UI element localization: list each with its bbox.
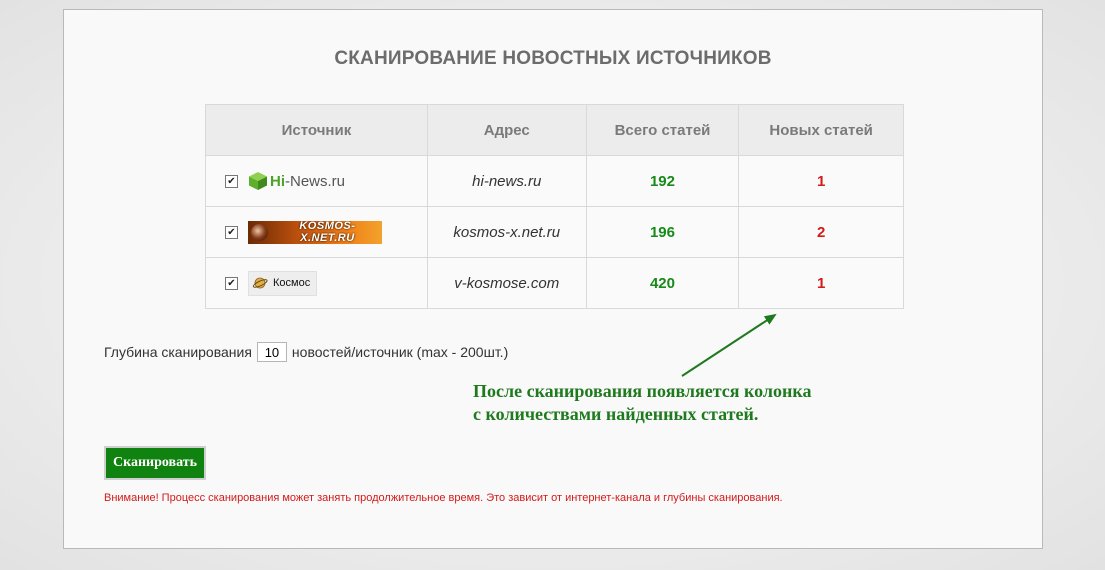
- source-cell: ✔ KOSMOS-X.NET.RU: [205, 206, 428, 258]
- address-cell: kosmos-x.net.ru: [426, 206, 587, 258]
- new-cell: 2: [738, 206, 904, 258]
- new-cell: 1: [738, 257, 904, 309]
- saturn-icon: [252, 277, 268, 289]
- scan-depth: Глубина сканирования новостей/источник (…: [104, 342, 508, 362]
- address-cell: hi-news.ru: [426, 155, 587, 207]
- page-title: СКАНИРОВАНИЕ НОВОСТНЫХ ИСТОЧНИКОВ: [334, 48, 772, 69]
- annotation-line-1: После сканирования появляется колонка: [473, 381, 812, 401]
- sources-table: Источник Адрес Всего статей Новых статей…: [205, 104, 904, 309]
- new-cell: 1: [738, 155, 904, 207]
- cube-icon: [249, 172, 267, 190]
- depth-suffix: новостей/источник (max - 200шт.): [291, 344, 509, 360]
- scan-button[interactable]: Сканировать: [104, 446, 206, 480]
- header-source: Источник: [205, 104, 428, 156]
- total-cell: 420: [585, 257, 740, 309]
- total-cell: 192: [585, 155, 740, 207]
- annotation-line-2: с количествами найденных статей.: [473, 404, 759, 424]
- address-cell: v-kosmose.com: [426, 257, 587, 309]
- table-header-row: Источник Адрес Всего статей Новых статей: [205, 104, 904, 156]
- total-cell: 196: [585, 206, 740, 258]
- source-cell: ✔ Космос: [205, 257, 428, 309]
- kosmos-logo: Космос: [248, 270, 318, 296]
- depth-input[interactable]: [256, 342, 287, 362]
- table-row: ✔ Hi -News.ru hi-news.ru 192 1: [205, 155, 904, 207]
- source-checkbox[interactable]: ✔: [225, 174, 238, 188]
- annotation-note: После сканирования появляется колонка с …: [473, 380, 812, 426]
- source-checkbox[interactable]: ✔: [225, 276, 238, 290]
- scan-panel: СКАНИРОВАНИЕ НОВОСТНЫХ ИСТОЧНИКОВ Источн…: [63, 9, 1043, 549]
- kosmos-x-logo: KOSMOS-X.NET.RU: [248, 220, 382, 244]
- header-new: Новых статей: [738, 104, 904, 156]
- planet-icon: [251, 223, 268, 241]
- hi-news-logo: Hi -News.ru: [248, 171, 345, 191]
- table-row: ✔ Космос v-kosmose.com 420 1: [205, 257, 904, 309]
- depth-label: Глубина сканирования: [104, 344, 252, 360]
- header-total: Всего статей: [585, 104, 740, 156]
- table-row: ✔ KOSMOS-X.NET.RU kosmos-x.net.ru 196 2: [205, 206, 904, 258]
- warning-text: Внимание! Процесс сканирования может зан…: [104, 492, 783, 504]
- source-checkbox[interactable]: ✔: [225, 225, 238, 239]
- header-address: Адрес: [426, 104, 587, 156]
- source-cell: ✔ Hi -News.ru: [205, 155, 428, 207]
